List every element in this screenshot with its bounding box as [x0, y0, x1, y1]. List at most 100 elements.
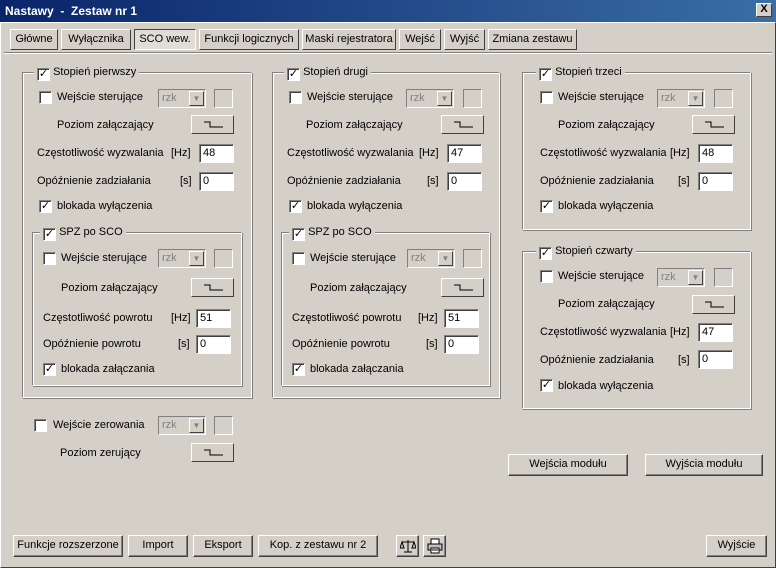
stage1-trip-delay-label: Opóźnienie zadziałania — [37, 175, 151, 187]
stage1-legend[interactable]: ✓ Stopień pierwszy — [34, 65, 140, 81]
stage4-control-indicator — [714, 268, 733, 287]
stage1-spz-checkbox[interactable]: ✓ — [43, 228, 56, 241]
stage1-switch-level-label: Poziom załączający — [57, 119, 154, 131]
stage1-control-input-checkbox[interactable] — [39, 91, 52, 104]
export-button[interactable]: Eksport — [193, 535, 253, 557]
stage3-control-input-label: Wejście sterujące — [558, 91, 644, 103]
stage1-return-freq-input[interactable]: 51 — [196, 309, 231, 328]
printer-icon — [427, 538, 443, 554]
stage1-spz-control-checkbox[interactable] — [43, 252, 56, 265]
stage4-freq-input[interactable]: 47 — [698, 323, 733, 342]
stage4-switch-level-button[interactable] — [692, 295, 735, 314]
stage2-spz-checkbox[interactable]: ✓ — [292, 228, 305, 241]
stage2-control-combo[interactable]: rzk ▼ — [406, 89, 454, 108]
stage2-block-close-checkbox[interactable]: ✓ — [292, 363, 305, 376]
stage2-trip-freq-label: Częstotliwość wyzwalania — [287, 147, 414, 159]
stage1-spz-level-button[interactable] — [191, 278, 234, 297]
scale-button[interactable] — [396, 535, 419, 557]
stage3-title: Stopień trzeci — [555, 66, 622, 78]
stage2-return-freq-input[interactable]: 51 — [444, 309, 479, 328]
tab-wyjsc[interactable]: Wyjść — [444, 29, 485, 50]
reset-input-checkbox[interactable] — [34, 419, 47, 432]
stage2-spz-control-checkbox[interactable] — [292, 252, 305, 265]
close-button[interactable]: X — [756, 3, 772, 17]
stage3-control-combo[interactable]: rzk ▼ — [657, 89, 705, 108]
stage3-s-label: [s] — [678, 175, 690, 187]
stage4-delay-input[interactable]: 0 — [698, 350, 733, 369]
stage1-block-close-checkbox[interactable]: ✓ — [43, 363, 56, 376]
stage1-spz-combo[interactable]: rzk ▼ — [158, 249, 206, 268]
stage2-spz-legend[interactable]: ✓ SPZ po SCO — [289, 225, 375, 241]
stage3-control-indicator — [714, 89, 733, 108]
stage2-switch-level-button[interactable] — [441, 115, 484, 134]
stage2-control-input-checkbox[interactable] — [289, 91, 302, 104]
stage2-legend[interactable]: ✓ Stopień drugi — [284, 65, 371, 81]
window-title: Nastawy - Zestaw nr 1 — [5, 4, 138, 18]
stage2-spz-level-button[interactable] — [441, 278, 484, 297]
stage1-block-trip-label: blokada wyłączenia — [57, 200, 153, 212]
stage1-delay-input[interactable]: 0 — [199, 172, 234, 191]
stage4-trip-freq-label: Częstotliwość wyzwalania — [540, 326, 667, 338]
module-outputs-button[interactable]: Wyjścia modułu — [645, 454, 763, 476]
stage4-block-trip-label: blokada wyłączenia — [558, 380, 654, 392]
tab-wylacznika[interactable]: Wyłącznika — [61, 29, 131, 50]
chevron-down-icon[interactable]: ▼ — [437, 91, 452, 106]
stage3-switch-level-button[interactable] — [692, 115, 735, 134]
edge-icon — [204, 449, 223, 456]
stage1-switch-level-button[interactable] — [191, 115, 234, 134]
stage1-freq-input[interactable]: 48 — [199, 144, 234, 163]
exit-button[interactable]: Wyjście — [706, 535, 767, 557]
stage3-checkbox[interactable]: ✓ — [539, 68, 552, 81]
tab-funkcji-logicznych[interactable]: Funkcji logicznych — [199, 29, 299, 50]
tab-sco-wew[interactable]: SCO wew. — [134, 29, 196, 50]
stage1-spz-legend[interactable]: ✓ SPZ po SCO — [40, 225, 126, 241]
stage4-legend[interactable]: ✓ Stopień czwarty — [536, 244, 636, 260]
stage4-control-input-checkbox[interactable] — [540, 270, 553, 283]
chevron-down-icon[interactable]: ▼ — [688, 91, 703, 106]
chevron-down-icon[interactable]: ▼ — [189, 251, 204, 266]
stage2-return-delay-input[interactable]: 0 — [444, 335, 479, 354]
tab-zmiana-zestawu[interactable]: Zmiana zestawu — [488, 29, 577, 50]
stage1-s-label: [s] — [180, 175, 192, 187]
stage3-freq-input[interactable]: 48 — [698, 144, 733, 163]
stage4-block-trip-checkbox[interactable]: ✓ — [540, 379, 553, 392]
stage3-trip-delay-label: Opóźnienie zadziałania — [540, 175, 654, 187]
reset-combo[interactable]: rzk ▼ — [158, 416, 206, 435]
stage4-title: Stopień czwarty — [555, 245, 633, 257]
reset-level-button[interactable] — [191, 443, 234, 462]
stage1-control-combo[interactable]: rzk ▼ — [158, 89, 206, 108]
stage2-delay-input[interactable]: 0 — [447, 172, 482, 191]
stage1-return-delay-input[interactable]: 0 — [196, 335, 231, 354]
copy-from-set-button[interactable]: Kop. z zestawu nr 2 — [258, 535, 378, 557]
stage3-delay-input[interactable]: 0 — [698, 172, 733, 191]
stage1-hz-label: [Hz] — [171, 147, 191, 159]
chevron-down-icon[interactable]: ▼ — [688, 270, 703, 285]
stage2-title: Stopień drugi — [303, 66, 368, 78]
stage2-freq-input[interactable]: 47 — [447, 144, 482, 163]
stage3-block-trip-checkbox[interactable]: ✓ — [540, 200, 553, 213]
chevron-down-icon[interactable]: ▼ — [438, 251, 453, 266]
tab-glowne[interactable]: Główne — [10, 29, 58, 50]
extended-functions-button[interactable]: Funkcje rozszerzone — [13, 535, 123, 557]
edge-icon — [454, 121, 473, 128]
chevron-down-icon[interactable]: ▼ — [189, 91, 204, 106]
stage3-control-input-checkbox[interactable] — [540, 91, 553, 104]
stage2-checkbox[interactable]: ✓ — [287, 68, 300, 81]
stage1-spz-title: SPZ po SCO — [59, 226, 123, 238]
stage1-spz-level-label: Poziom załączający — [61, 282, 158, 294]
stage1-checkbox[interactable]: ✓ — [37, 68, 50, 81]
import-button[interactable]: Import — [128, 535, 188, 557]
stage1-block-trip-checkbox[interactable]: ✓ — [39, 200, 52, 213]
chevron-down-icon[interactable]: ▼ — [189, 418, 204, 433]
tab-maski-rejestratora[interactable]: Maski rejestratora — [302, 29, 396, 50]
stage2-block-trip-checkbox[interactable]: ✓ — [289, 200, 302, 213]
stage2-spz-combo[interactable]: rzk ▼ — [407, 249, 455, 268]
edge-icon — [204, 121, 223, 128]
stage2-spz-title: SPZ po SCO — [308, 226, 372, 238]
module-inputs-button[interactable]: Wejścia modułu — [508, 454, 628, 476]
print-button[interactable] — [423, 535, 446, 557]
tab-wejsc[interactable]: Wejść — [399, 29, 441, 50]
stage3-legend[interactable]: ✓ Stopień trzeci — [536, 65, 625, 81]
stage4-checkbox[interactable]: ✓ — [539, 247, 552, 260]
stage4-control-combo[interactable]: rzk ▼ — [657, 268, 705, 287]
